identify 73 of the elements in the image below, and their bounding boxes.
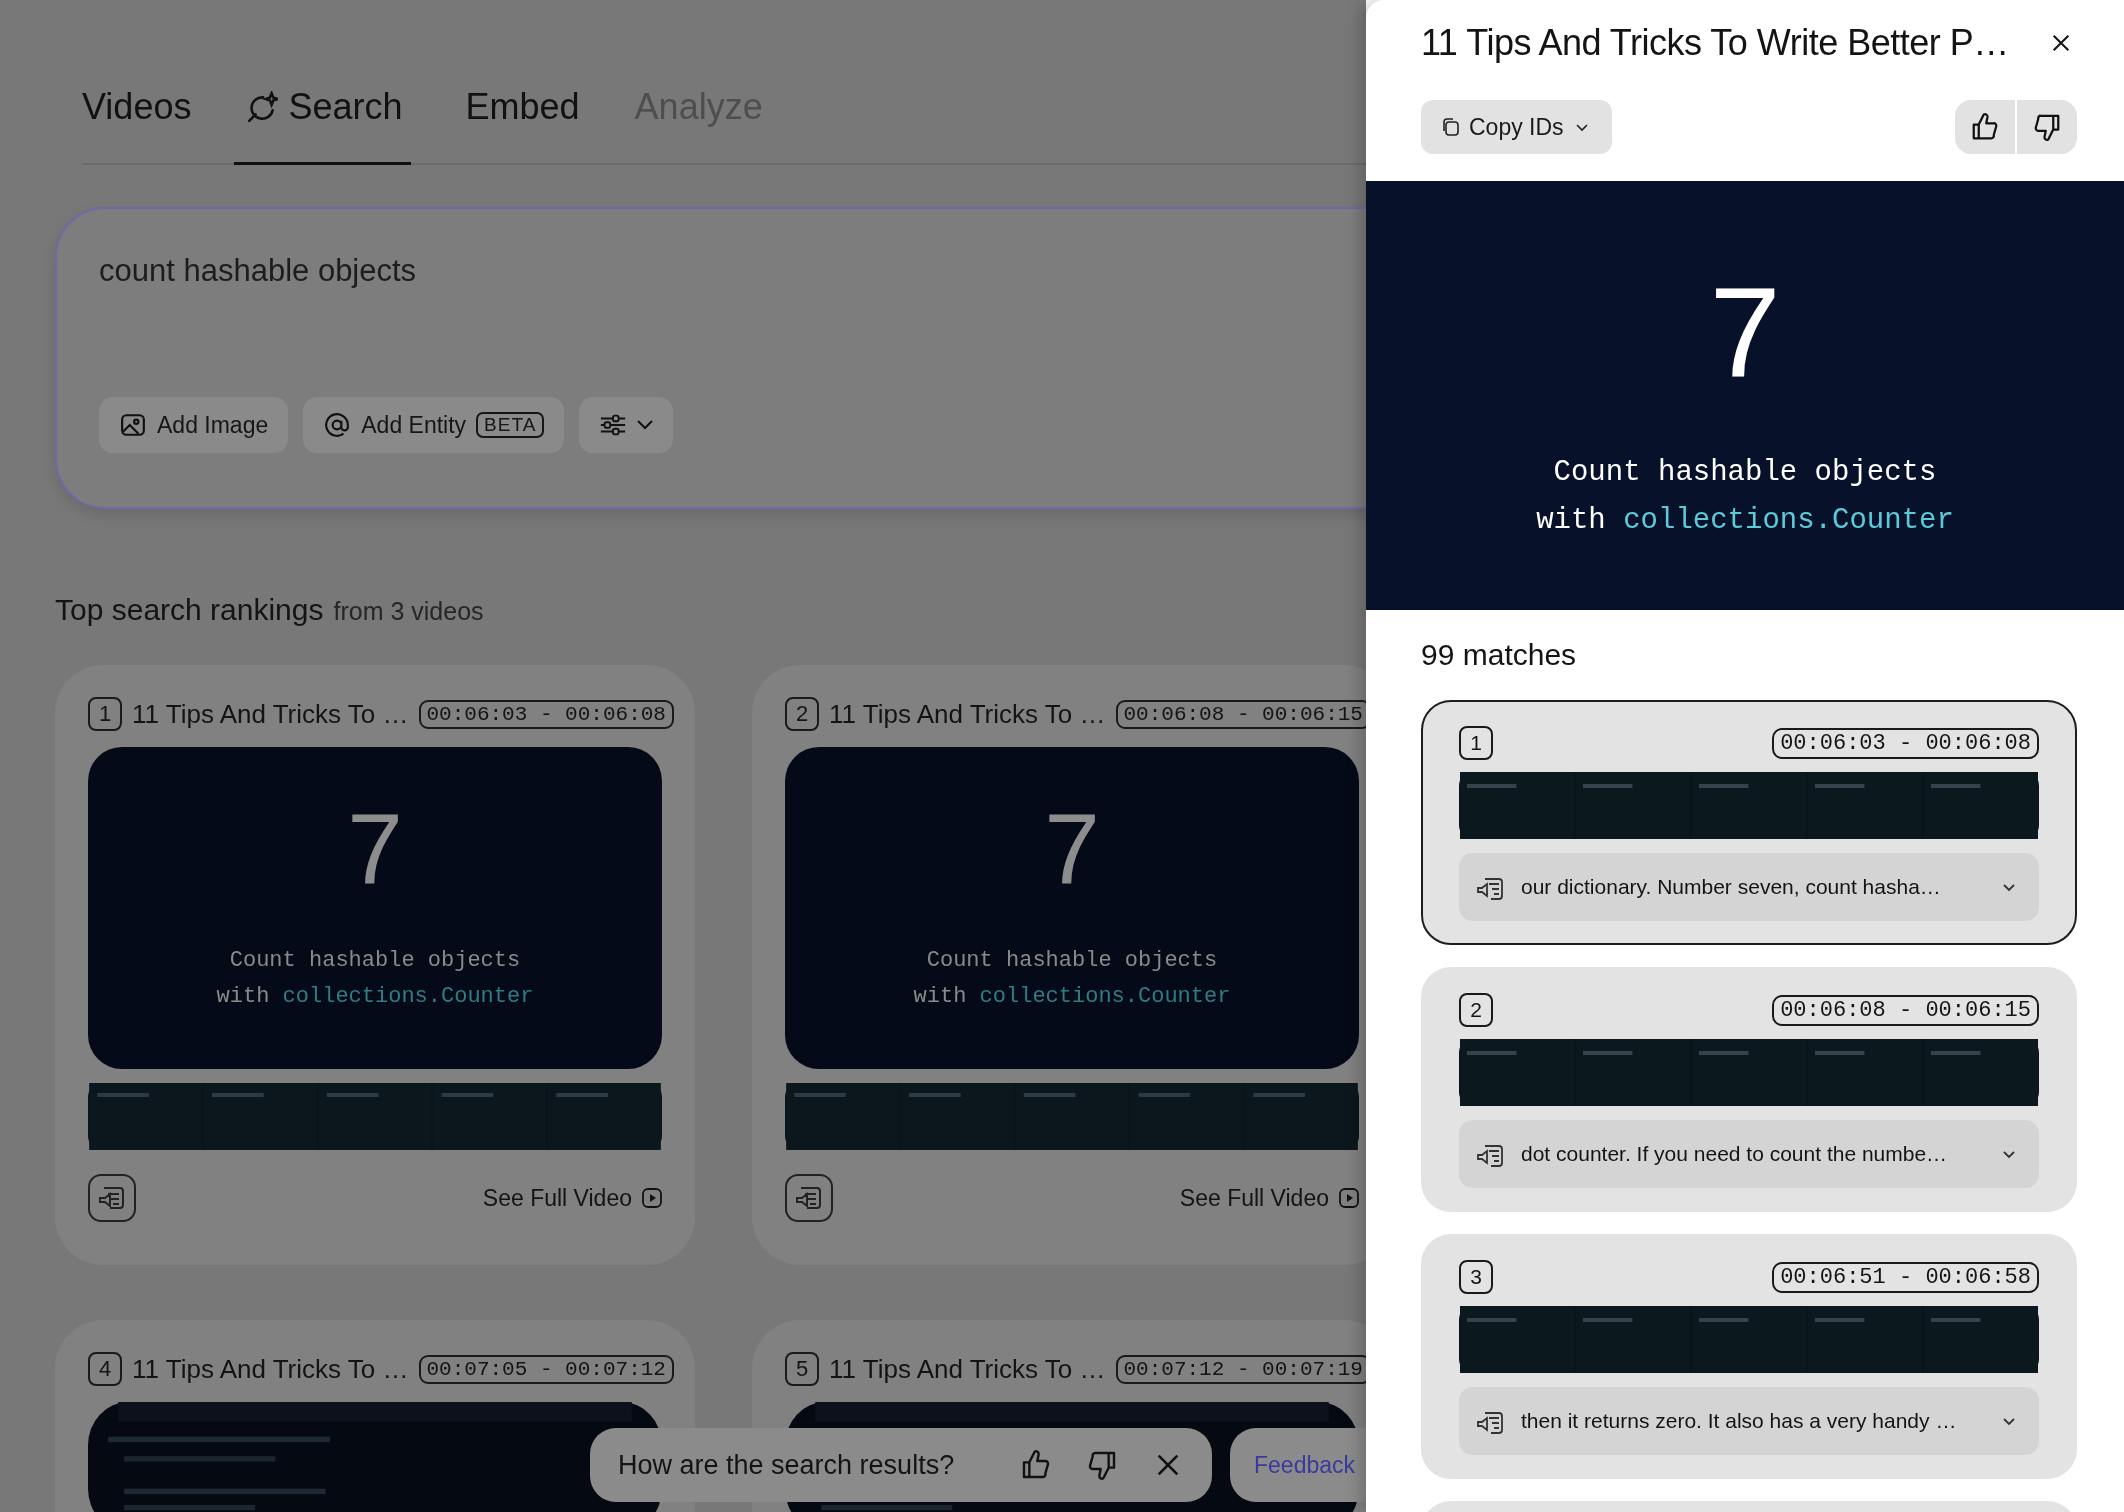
add-image-button[interactable]: Add Image (99, 397, 289, 453)
copy-ids-button[interactable]: Copy IDs (1421, 100, 1612, 154)
video-title: 11 Tips And Tricks To … (829, 1353, 1106, 1385)
match-card[interactable]: 1 00:06:03 - 00:06:08 our dictionary. Number seven, count hasha… (1421, 700, 2077, 945)
search-query[interactable]: count hashable objects (99, 253, 1366, 397)
transcript-text: our dictionary. Number seven, count hasha… (1521, 875, 1942, 899)
transcript-text: then it returns zero. It also has a very handy … (1521, 1409, 1958, 1433)
video-title: 11 Tips And Tricks To … (829, 698, 1106, 730)
video-title: 11 Tips And Tricks To … (132, 698, 409, 730)
thumbs-up-button[interactable] (1955, 100, 2015, 154)
matches-count: 99 matches (1420, 637, 1578, 673)
transcript-row[interactable]: dot counter. If you need to count the numbe… (1459, 1120, 2039, 1188)
transcript-button[interactable] (88, 1174, 136, 1222)
result-card[interactable]: 1 11 Tips And Tricks To … 00:06:03 - 00:06:08 7 Count hashable objects with collections.Counter See Full Video (55, 665, 695, 1265)
tab[interactable]: Videos (82, 86, 192, 165)
slide-caption: with collections.Counter (1536, 503, 1954, 539)
slide-caption: Count hashable objects (926, 947, 1218, 975)
time-range: 00:07:05 - 00:07:12 (418, 1354, 674, 1384)
close-icon[interactable] (2050, 32, 2072, 54)
slide-caption: Count hashable objects (229, 947, 521, 975)
rank-badge: 5 (785, 1352, 819, 1386)
rank-badge: 1 (1459, 726, 1493, 760)
time-range: 00:06:03 - 00:06:08 (418, 699, 674, 729)
section-subtitle: from 3 videos (333, 597, 484, 626)
match-card[interactable]: 3 00:06:51 - 00:06:58 then it returns zero. It also has a very handy … (1421, 1234, 2077, 1479)
rank-badge: 3 (1459, 1260, 1493, 1294)
slide-caption: with collections.Counter (913, 983, 1231, 1011)
rank-badge: 4 (88, 1352, 122, 1386)
image-icon (119, 412, 147, 438)
transcript-row[interactable]: then it returns zero. It also has a very handy … (1459, 1387, 2039, 1455)
rank-badge: 2 (1459, 993, 1493, 1027)
search-box[interactable]: count hashable objects Add Image Add Entity BETA (55, 207, 1366, 509)
drawer-title: 11 Tips And Tricks To Write Better P… (1421, 22, 2009, 64)
video-preview[interactable]: 7 Count hashable objects with collections.Counter (88, 747, 662, 1069)
video-title: 11 Tips And Tricks To … (132, 1353, 409, 1385)
time-range: 00:06:03 - 00:06:08 (1772, 727, 2039, 759)
thumbs-up-icon[interactable] (1020, 1449, 1052, 1481)
tab[interactable]: Search (234, 86, 411, 165)
beta-badge: BETA (476, 412, 545, 438)
slide-caption: with collections.Counter (216, 983, 534, 1011)
sparkle-search-icon (246, 91, 279, 123)
thumbs-up-icon (1970, 112, 2000, 142)
filter-button[interactable] (579, 397, 674, 453)
copy-icon (1441, 117, 1461, 137)
add-entity-button[interactable]: Add Entity BETA (303, 397, 565, 453)
thumbs-down-icon (2032, 112, 2062, 142)
match-card[interactable]: 2 00:06:08 - 00:06:15 dot counter. If you need to count the numbe… (1421, 967, 2077, 1212)
rank-badge: 2 (785, 697, 819, 731)
slide-caption: Count hashable objects (1553, 455, 1937, 491)
thumbs-down-icon[interactable] (1086, 1449, 1118, 1481)
transcript-button[interactable] (785, 1174, 833, 1222)
thumbs-down-button[interactable] (2017, 100, 2077, 154)
play-icon (642, 1188, 662, 1208)
feedback-button[interactable]: Feedback (1230, 1428, 1366, 1502)
sliders-icon (599, 412, 628, 438)
result-card[interactable]: 2 11 Tips And Tricks To … 00:06:08 - 00:06:15 7 Count hashable objects with collections.Counter See Full Video (752, 665, 1366, 1265)
transcript-row[interactable]: our dictionary. Number seven, count hasha… (1459, 853, 2039, 921)
at-sign-icon (323, 412, 352, 438)
play-icon (1339, 1188, 1359, 1208)
video-preview[interactable]: 7 Count hashable objects with collections.Counter (1366, 181, 2124, 610)
time-range: 00:06:08 - 00:06:15 (1772, 994, 2039, 1026)
rank-badge: 1 (88, 697, 122, 731)
see-full-video-link[interactable]: See Full Video (1179, 1184, 1359, 1212)
transcript-text: dot counter. If you need to count the numbe… (1521, 1142, 1949, 1166)
caret-icon (637, 420, 654, 430)
slide-number: 7 (1044, 799, 1100, 899)
time-range: 00:06:51 - 00:06:58 (1772, 1261, 2039, 1293)
slide-number: 7 (1709, 269, 1781, 397)
tab[interactable]: Embed (465, 86, 580, 165)
see-full-video-link[interactable]: See Full Video (482, 1184, 662, 1212)
video-preview[interactable]: 7 Count hashable objects with collections.Counter (785, 747, 1359, 1069)
slide-number: 7 (347, 799, 403, 899)
section-title: Top search rankings (55, 593, 324, 627)
